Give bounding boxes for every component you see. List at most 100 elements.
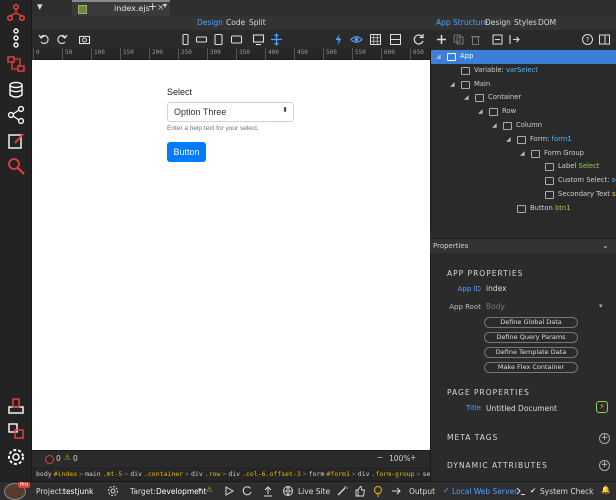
canvas-button[interactable]: Button	[167, 142, 206, 162]
system-check-link[interactable]: System Check	[540, 487, 593, 496]
breadcrumb-item[interactable]: div .row	[191, 470, 220, 478]
tab-styles[interactable]: Styles	[514, 18, 537, 27]
tab-app-structure[interactable]: App Structure	[436, 18, 488, 27]
terminal-icon[interactable]	[515, 485, 527, 497]
collapse-icon[interactable]	[491, 33, 504, 46]
warning-icon[interactable]: ⚠	[64, 453, 71, 462]
breadcrumb-item[interactable]: main .mt-5	[85, 470, 122, 478]
properties-header[interactable]: Properties ⌄	[430, 238, 616, 253]
sync-status-icon[interactable]	[241, 485, 253, 497]
tree-expand-icon[interactable]: ◢	[492, 122, 497, 129]
error-icon[interactable]	[45, 455, 54, 464]
guides-icon[interactable]	[389, 33, 402, 46]
undo-icon[interactable]	[38, 33, 51, 46]
zoom-in-button[interactable]: +	[410, 453, 416, 462]
tree-item[interactable]: ◢ Form Group	[431, 147, 616, 161]
tab-design[interactable]: Design	[485, 18, 511, 27]
help-icon[interactable]: ?	[581, 33, 594, 46]
add-meta-tag-icon[interactable]: +	[599, 433, 610, 444]
server-connect-icon[interactable]	[6, 54, 26, 74]
tree-item[interactable]: ◢ App	[431, 50, 616, 64]
breadcrumb-item[interactable]: form #form1	[309, 470, 350, 478]
tree-item[interactable]: Custom Select: select1	[431, 174, 616, 188]
tree-expand-icon[interactable]: ◢	[436, 53, 441, 60]
tree-item[interactable]: Variable: varSelect	[431, 64, 616, 78]
tablet-icon[interactable]	[212, 33, 225, 46]
output-icon[interactable]	[390, 485, 402, 497]
tree-item[interactable]: ◢ Form: form1	[431, 133, 616, 147]
zoom-out-button[interactable]: −	[377, 453, 383, 462]
wrap-icon[interactable]	[508, 33, 521, 46]
dynamic-title-icon[interactable]: ⚡	[596, 401, 608, 413]
lightbulb-icon[interactable]	[372, 485, 384, 497]
tree-item[interactable]: Secondary Text select1	[431, 188, 616, 202]
define-button[interactable]: Define Query Params	[484, 332, 578, 343]
local-server-link[interactable]: Local Web Server	[452, 487, 517, 496]
share-icon[interactable]	[6, 105, 26, 125]
tree-item[interactable]: Button btn1	[431, 202, 616, 216]
title-value[interactable]: Untitled Document	[486, 404, 557, 413]
add-dynamic-attribute-icon[interactable]: +	[599, 460, 610, 471]
publish-icon[interactable]	[6, 396, 26, 416]
breadcrumb-item[interactable]: div .container	[130, 470, 183, 478]
preview-eye-icon[interactable]	[350, 33, 363, 46]
thumbs-up-icon[interactable]	[354, 485, 366, 497]
tree-item[interactable]: Label Select	[431, 160, 616, 174]
define-button[interactable]: Define Template Data	[484, 347, 578, 358]
workflow-icon[interactable]	[6, 28, 26, 48]
search-icon[interactable]	[6, 156, 26, 176]
database-icon[interactable]	[6, 80, 26, 100]
run-icon[interactable]	[223, 485, 235, 497]
mode-code[interactable]: Code	[226, 18, 245, 27]
tree-item[interactable]: ◢ Column	[431, 119, 616, 133]
project-selector[interactable]: testjunk	[63, 487, 93, 496]
breadcrumb-item[interactable]: body #index	[36, 470, 77, 478]
copy-icon[interactable]	[452, 33, 465, 46]
notifications-bell-icon[interactable]: 🔔	[601, 485, 610, 494]
screenshot-icon[interactable]	[78, 33, 91, 46]
live-site-link[interactable]: Live Site	[298, 487, 330, 496]
fullscreen-move-icon[interactable]	[270, 33, 283, 46]
publish-upload-icon[interactable]	[262, 485, 274, 497]
app-id-value[interactable]: index	[486, 284, 507, 293]
redo-icon[interactable]	[55, 33, 68, 46]
output-toggle[interactable]: Output	[409, 487, 435, 496]
new-tab-icon[interactable]: +	[148, 0, 157, 13]
custom-select[interactable]: Option Three ⬍	[167, 102, 294, 122]
globe-icon[interactable]	[282, 485, 294, 497]
tablet-landscape-icon[interactable]	[230, 33, 243, 46]
tree-item[interactable]: ◢ Main	[431, 78, 616, 92]
mode-design[interactable]: Design	[197, 18, 223, 27]
flash-icon[interactable]	[332, 33, 345, 46]
magic-wand-icon[interactable]	[336, 485, 348, 497]
tree-expand-icon[interactable]: ◢	[450, 81, 455, 88]
breadcrumb-item[interactable]: select#select1.custom-	[423, 470, 430, 478]
phone-portrait-icon[interactable]	[179, 33, 192, 46]
tree-item[interactable]: ◢ Container	[431, 91, 616, 105]
tabs-menu-icon[interactable]: ▾	[37, 0, 43, 13]
settings-gear-icon[interactable]	[6, 447, 26, 467]
target-warning-icon[interactable]: ⚠	[206, 485, 213, 494]
app-root-dropdown-icon[interactable]: ▾	[599, 302, 603, 310]
tab-dom[interactable]: DOM	[538, 18, 556, 27]
new-tab-menu-icon[interactable]: ▾	[163, 1, 167, 10]
add-element-icon[interactable]	[435, 33, 448, 46]
edit-icon[interactable]	[6, 131, 26, 151]
sync-icon[interactable]	[6, 421, 26, 441]
tree-expand-icon[interactable]: ◢	[520, 150, 525, 157]
app-root-select[interactable]: Body	[486, 302, 505, 311]
breadcrumb-item[interactable]: div .col-6.offset-3	[228, 470, 300, 478]
project-settings-gear-icon[interactable]	[107, 485, 119, 497]
tree-expand-icon[interactable]: ◢	[464, 94, 469, 101]
zoom-level[interactable]: 100%	[389, 454, 410, 463]
tree-expand-icon[interactable]: ◢	[506, 136, 511, 143]
phone-landscape-icon[interactable]	[195, 33, 208, 46]
design-canvas[interactable]: Select Option Three ⬍ Enter a help text …	[32, 60, 430, 450]
refresh-icon[interactable]	[412, 33, 425, 46]
define-button[interactable]: Make Flex Container	[484, 362, 578, 373]
mode-split[interactable]: Split	[249, 18, 266, 27]
breadcrumb-item[interactable]: div .form-group	[358, 470, 415, 478]
define-button[interactable]: Define Global Data	[484, 317, 578, 328]
tree-expand-icon[interactable]: ◢	[478, 108, 483, 115]
delete-icon[interactable]	[469, 33, 482, 46]
